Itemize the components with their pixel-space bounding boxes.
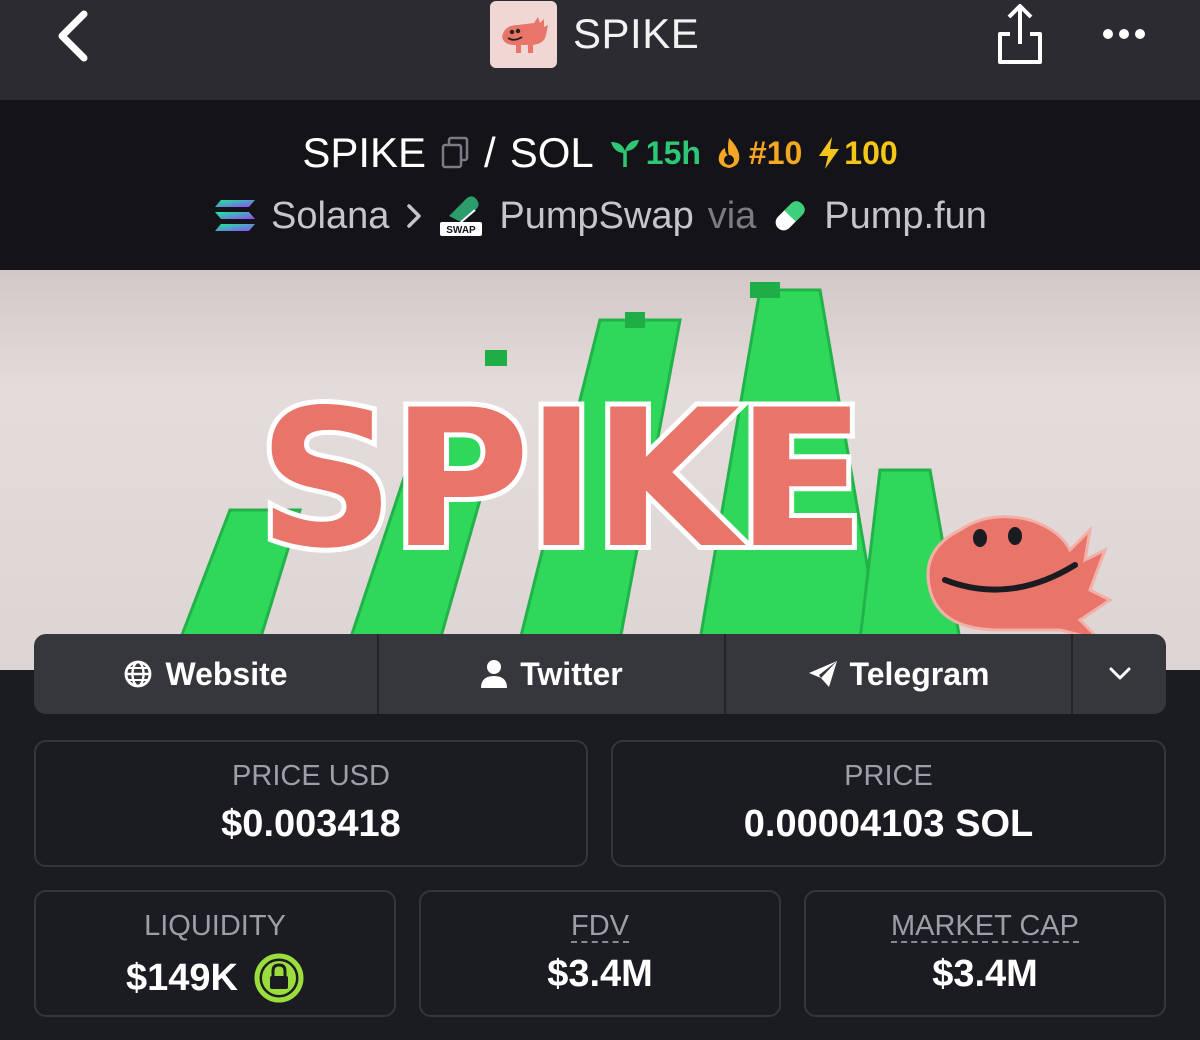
boost-count: 100 [844, 134, 898, 171]
price-native-card: PRICE 0.00004103 SOL [611, 740, 1166, 867]
back-button[interactable] [50, 8, 100, 64]
lightning-icon [819, 137, 840, 169]
globe-icon [125, 660, 152, 688]
banner-spike-text: SPIKE [253, 364, 871, 595]
sprout-icon [610, 140, 639, 167]
price-usd-card: PRICE USD $0.003418 [34, 740, 588, 867]
share-icon [998, 4, 1042, 64]
trending-rank: #10 [748, 134, 803, 171]
market-cap-card[interactable]: MARKET CAP $3.4M [804, 890, 1166, 1017]
telegram-link-label: Telegram [849, 655, 990, 692]
pair-base-symbol: SPIKE [302, 129, 427, 176]
pumpswap-badge-text: SWAP [447, 225, 477, 236]
solana-logo-icon [215, 200, 256, 231]
lock-icon[interactable] [254, 953, 304, 1003]
more-options-button[interactable] [1098, 10, 1150, 58]
liquidity-label: LIQUIDITY [144, 910, 286, 942]
flame-icon [718, 138, 740, 168]
copy-icon[interactable] [440, 136, 470, 170]
dex-link[interactable]: PumpSwap [499, 195, 693, 238]
pumpswap-logo-icon: SWAP [440, 196, 483, 236]
social-links-bar: Website Twitter Telegram [34, 634, 1166, 714]
telegram-link-button[interactable]: Telegram [726, 634, 1073, 714]
chevron-down-icon [1109, 667, 1130, 680]
chain-link[interactable]: Solana [271, 195, 389, 238]
liquidity-row: $149K [36, 953, 394, 1003]
twitter-link-label: Twitter [520, 655, 623, 692]
fdv-label: FDV [571, 910, 629, 943]
liquidity-value: $149K [126, 956, 238, 999]
fdv-card[interactable]: FDV $3.4M [419, 890, 781, 1017]
token-logo [490, 0, 557, 68]
via-label: via [707, 194, 757, 237]
price-usd-value: $0.003418 [221, 803, 401, 845]
liquidity-card: LIQUIDITY $149K [34, 890, 396, 1017]
chevron-left-icon [58, 10, 88, 62]
market-cap-label: MARKET CAP [890, 910, 1079, 943]
pair-age: 15h [645, 134, 701, 171]
boost-badge[interactable]: 100 [816, 134, 898, 172]
website-link-label: Website [165, 655, 288, 692]
chain-breadcrumb: Solana SWAP PumpSwap via Pump.fun [0, 190, 1200, 242]
price-native-label: PRICE [844, 760, 933, 792]
svg-text:SPIKE: SPIKE [258, 369, 862, 590]
user-icon [481, 660, 508, 688]
price-usd-label: PRICE USD [232, 760, 390, 792]
token-banner: SPIKE [0, 270, 1200, 670]
pair-separator: / [484, 129, 496, 176]
ellipsis-icon [1103, 29, 1145, 39]
market-cap-value: $3.4M [932, 953, 1038, 995]
paper-plane-icon [808, 661, 837, 687]
pair-header: SPIKE / SOL 15h #10 100 [0, 126, 1200, 180]
app-title: SPIKE [573, 10, 700, 57]
pill-icon [775, 201, 806, 231]
more-links-dropdown[interactable] [1073, 634, 1166, 714]
website-link-button[interactable]: Website [34, 634, 379, 714]
share-button[interactable] [992, 0, 1048, 68]
twitter-link-button[interactable]: Twitter [379, 634, 726, 714]
launchpad-link[interactable]: Pump.fun [824, 195, 987, 238]
chevron-right-icon [407, 204, 422, 228]
top-nav-bar: SPIKE [0, 0, 1200, 100]
fdv-value: $3.4M [547, 953, 653, 995]
pair-quote-symbol: SOL [509, 129, 594, 176]
app-header: SPIKE [490, 0, 699, 68]
pair-age-badge: 15h [608, 135, 701, 172]
price-native-value: 0.00004103 SOL [743, 803, 1034, 845]
trending-rank-badge[interactable]: #10 [715, 135, 802, 172]
